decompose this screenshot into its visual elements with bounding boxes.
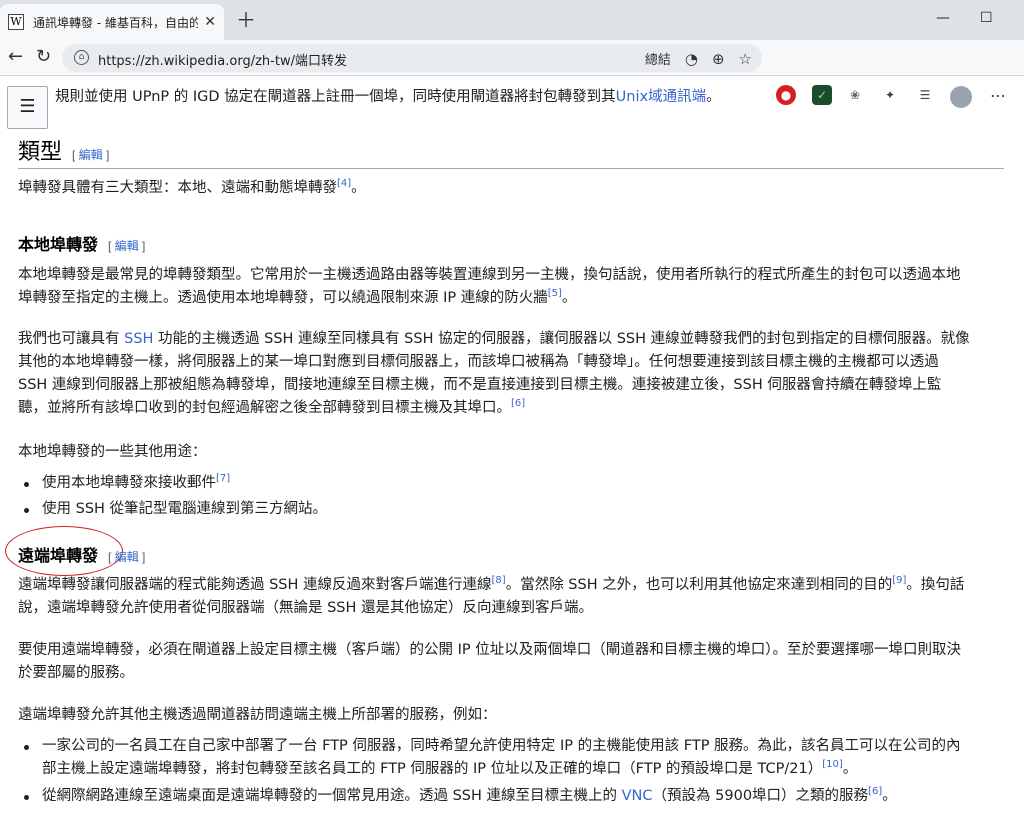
bullet <box>24 795 29 800</box>
tab-title: 通訊埠轉發 - 維基百科，自由的百科全書 <box>33 15 199 30</box>
unix-socket-link[interactable]: Unix域通訊端 <box>616 89 706 105</box>
bullet <box>24 745 29 750</box>
edit-link[interactable]: 編輯 <box>79 148 103 162</box>
summarize-button[interactable]: 總結 <box>645 49 671 68</box>
reference-link[interactable]: [6] <box>868 786 882 797</box>
section-heading-types: 類型[ 編輯 ] <box>18 140 110 165</box>
maximize-icon[interactable]: ☐ <box>980 10 993 26</box>
reload-icon[interactable]: ↻ <box>36 46 51 67</box>
edit-link[interactable]: 編輯 <box>115 550 139 564</box>
reference-link[interactable]: [8] <box>492 575 506 586</box>
local-uses-intro: 本地埠轉發的一些其他用途： <box>18 444 207 460</box>
reference-link[interactable]: [9] <box>892 575 906 586</box>
bullet <box>24 482 29 487</box>
edit-link[interactable]: 編輯 <box>115 239 139 253</box>
local-paragraph-1: 本地埠轉發是最常見的埠轉發類型。它常用於一主機透過路由器等裝置連線到另一主機，換… <box>18 267 961 306</box>
close-icon[interactable]: ✕ <box>204 14 216 30</box>
section-heading-remote: 遠端埠轉發[ 編輯 ] <box>18 546 146 565</box>
list-item: 使用 SSH 從筆記型電腦連線到第三方網站。 <box>42 501 328 517</box>
omnibox-actions: 總結 ◔ ⊕ ☆ <box>645 49 752 69</box>
url-text[interactable]: https://zh.wikipedia.org/zh-tw/端口转发 <box>98 50 347 69</box>
reference-link[interactable]: [7] <box>216 473 230 484</box>
list-item: 使用本地埠轉發來接收郵件[7] <box>42 473 231 491</box>
local-paragraph-2: 我們也可讓具有 SSH 功能的主機透過 SSH 連線至同樣具有 SSH 協定的伺… <box>18 331 970 416</box>
more-tools-icon[interactable]: ⊕ <box>712 50 725 68</box>
site-info-icon[interactable]: ⌂ <box>74 50 89 65</box>
ssh-link[interactable]: SSH <box>124 331 153 347</box>
reference-link[interactable]: [4] <box>337 178 351 189</box>
copilot-icon[interactable]: ◔ <box>685 50 698 68</box>
toolbar: ← ↻ ⌂ https://zh.wikipedia.org/zh-tw/端口转… <box>0 40 1024 108</box>
bullet <box>24 508 29 513</box>
heading-divider <box>18 168 1004 169</box>
reference-link[interactable]: [6] <box>511 398 525 409</box>
table-of-contents-button[interactable]: ☰ <box>7 86 48 129</box>
cut-paragraph: 規則並使用 UPnP 的 IGD 協定在閘道器上註冊一個埠，同時使用閘道器將封包… <box>55 89 721 105</box>
new-tab-button[interactable]: ＋ <box>236 9 256 31</box>
active-tab[interactable]: W 通訊埠轉發 - 維基百科，自由的百科全書 ✕ <box>0 4 224 40</box>
reference-link[interactable]: [5] <box>548 288 562 299</box>
remote-paragraph-3: 遠端埠轉發允許其他主機透過閘道器訪問遠端主機上所部署的服務，例如： <box>18 707 497 723</box>
wikipedia-icon: W <box>8 14 24 30</box>
back-arrow-icon[interactable]: ← <box>8 46 23 67</box>
list-item: 從網際網路連線至遠端桌面是遠端埠轉發的一個常見用途。透過 SSH 連線至目標主機… <box>42 786 897 804</box>
minimize-icon[interactable]: — <box>936 10 950 26</box>
address-bar[interactable]: ⌂ https://zh.wikipedia.org/zh-tw/端口转发 總結… <box>62 44 762 72</box>
remote-paragraph-1: 遠端埠轉發讓伺服器端的程式能夠透過 SSH 連線反過來對客戶端進行連線[8]。當… <box>18 575 965 616</box>
remote-paragraph-2: 要使用遠端埠轉發，必須在閘道器上設定目標主機（客戶端）的公開 IP 位址以及兩個… <box>18 642 961 681</box>
article-content: 規則並使用 UPnP 的 IGD 協定在閘道器上註冊一個埠，同時使用閘道器將封包… <box>0 76 1024 826</box>
favorite-star-icon[interactable]: ☆ <box>739 50 752 68</box>
reference-link[interactable]: [10] <box>822 759 843 770</box>
list-icon: ☰ <box>19 96 36 117</box>
types-paragraph: 埠轉發具體有三大類型：本地、遠端和動態埠轉發[4]。 <box>18 178 366 196</box>
vnc-link[interactable]: VNC <box>622 788 653 804</box>
tab-strip: W 通訊埠轉發 - 維基百科，自由的百科全書 ✕ ＋ — ☐ <box>0 0 1024 40</box>
section-heading-local: 本地埠轉發[ 編輯 ] <box>18 235 146 254</box>
list-item: 一家公司的一名員工在自己家中部署了一台 FTP 伺服器，同時希望允許使用特定 I… <box>42 738 961 777</box>
